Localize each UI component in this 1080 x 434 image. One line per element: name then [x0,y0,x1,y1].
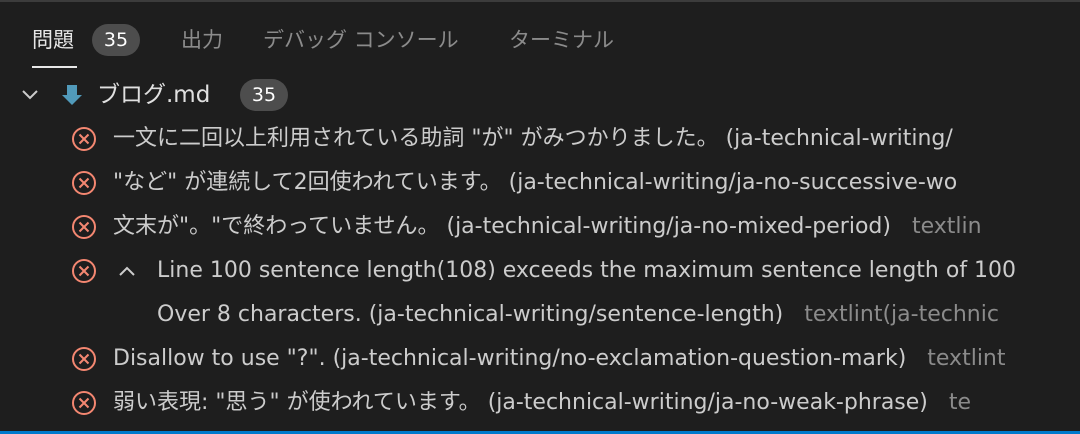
chevron-down-icon[interactable] [20,85,40,105]
problem-text: Line 100 sentence length(108) exceeds th… [157,249,1016,293]
problem-message: 文末が"。"で終わっていません。 [113,214,440,239]
problem-row[interactable]: 一文に二回以上利用されている助詞 "が" がみつかりました。 (ja-techn… [0,117,1080,161]
problem-message: "など" が連続して2回使われています。 [113,170,502,195]
error-circle-x-icon [72,127,96,151]
problem-row[interactable]: Disallow to use "?". (ja-technical-writi… [0,337,1080,381]
active-tab-indicator [32,66,77,68]
problem-message: Over 8 characters. [157,302,362,327]
tab-terminal[interactable]: ターミナル [509,24,614,56]
problem-source: (ja-technical-writing/ [725,126,953,151]
problem-owner: textlint [927,346,1006,371]
file-problems-count-badge: 35 [240,79,288,111]
error-circle-x-icon [72,215,96,239]
problem-row-expanded[interactable]: Line 100 sentence length(108) exceeds th… [0,249,1080,293]
problem-owner: textlin [911,214,982,239]
problem-source: (ja-technical-writing/sentence-length) [368,302,784,327]
problem-message: Disallow to use "?". [113,346,326,371]
problem-text: 弱い表現: "思う" が使われています。 (ja-technical-writi… [113,381,971,425]
problem-text: 一文に二回以上利用されている助詞 "が" がみつかりました。 (ja-techn… [113,117,953,161]
problem-owner: textlint(ja-technic [804,302,999,327]
problems-count-badge: 35 [92,24,140,56]
problem-owner: te [948,390,972,415]
problem-text: Over 8 characters. (ja-technical-writing… [157,293,999,337]
problem-text: "など" が連続して2回使われています。 (ja-technical-writi… [113,161,957,205]
error-circle-x-icon [72,347,96,371]
problem-message: 一文に二回以上利用されている助詞 "が" がみつかりました。 [113,126,719,151]
problem-row[interactable]: 弱い表現: "思う" が使われています。 (ja-technical-writi… [0,381,1080,425]
problem-source: (ja-technical-writing/no-exclamation-que… [332,346,907,371]
error-circle-x-icon [72,171,96,195]
problem-row[interactable]: "など" が連続して2回使われています。 (ja-technical-writi… [0,161,1080,205]
tab-debug-console[interactable]: デバッグ コンソール [263,24,459,56]
problem-source: (ja-technical-writing/ja-no-mixed-period… [446,214,891,239]
tab-output[interactable]: 出力 [181,24,223,56]
chevron-up-icon[interactable] [117,261,137,281]
file-group-row[interactable]: ブログ.md 35 [0,73,1080,117]
error-circle-x-icon [72,259,96,283]
problem-row-continuation[interactable]: Over 8 characters. (ja-technical-writing… [0,293,1080,337]
problem-source: (ja-technical-writing/ja-no-weak-phrase) [487,390,928,415]
problem-message: Line 100 sentence length(108) exceeds th… [157,258,1017,283]
problem-message: 弱い表現: "思う" が使われています。 [113,390,481,415]
problem-text: 文末が"。"で終わっていません。 (ja-technical-writing/j… [113,205,982,249]
tab-problems[interactable]: 問題 [32,24,74,56]
problem-text: Disallow to use "?". (ja-technical-writi… [113,337,1006,381]
problem-source: (ja-technical-writing/ja-no-successive-w… [508,170,958,195]
error-circle-x-icon [72,391,96,415]
markdown-down-arrow-icon [62,85,82,105]
file-name: ブログ.md [97,82,211,108]
panel-top-border [0,0,1080,2]
problem-row[interactable]: 文末が"。"で終わっていません。 (ja-technical-writing/j… [0,205,1080,249]
